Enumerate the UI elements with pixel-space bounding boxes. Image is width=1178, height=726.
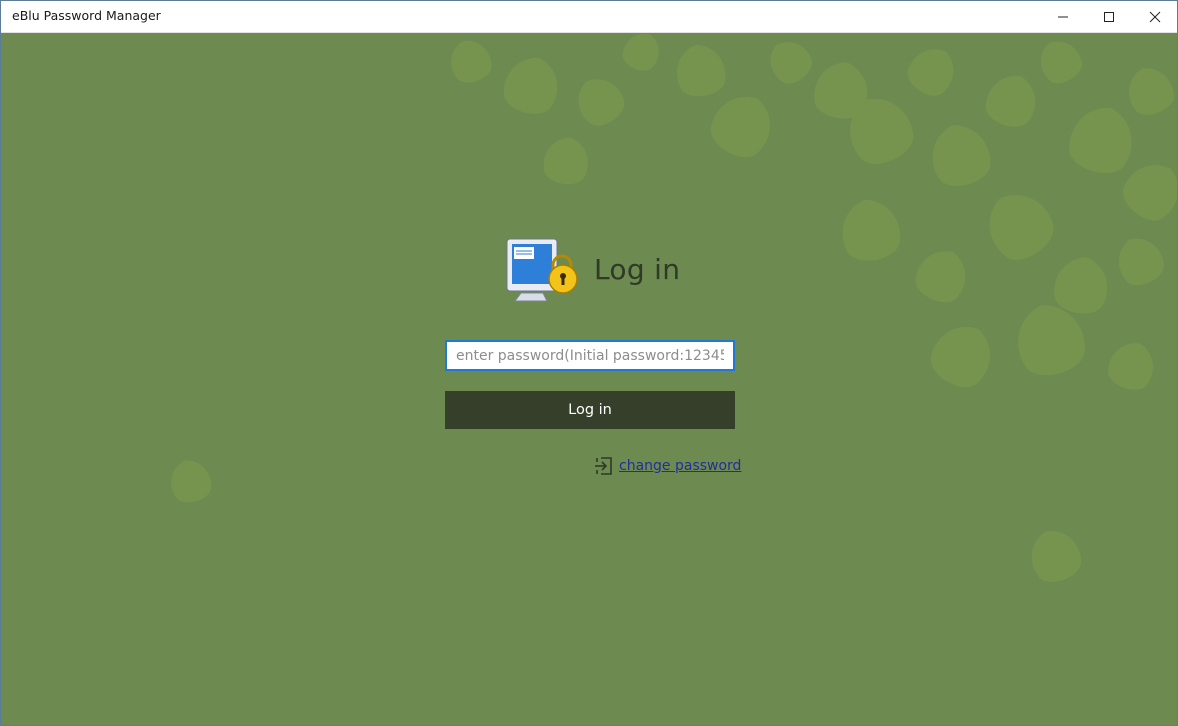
login-button[interactable]: Log in [445, 391, 735, 429]
page-title: Log in [594, 253, 681, 286]
sign-in-icon [595, 457, 612, 475]
leaf-background-decoration [165, 33, 1177, 588]
password-input[interactable] [445, 340, 735, 371]
minimize-button[interactable] [1040, 1, 1086, 32]
minimize-icon [1058, 16, 1068, 18]
close-icon [1149, 11, 1161, 23]
change-password-row[interactable]: change password [594, 455, 744, 477]
login-header: Log in [503, 235, 743, 305]
maximize-icon [1104, 12, 1114, 22]
maximize-button[interactable] [1086, 1, 1132, 32]
computer-lock-icon [506, 238, 578, 302]
app-window: eBlu Password Manager Log in Log in chan… [0, 0, 1178, 726]
close-button[interactable] [1132, 1, 1177, 32]
change-password-link[interactable]: change password [619, 458, 741, 474]
window-title: eBlu Password Manager [12, 8, 161, 23]
title-bar[interactable]: eBlu Password Manager [1, 1, 1177, 33]
login-panel: Log in Log in change password [1, 33, 1177, 725]
